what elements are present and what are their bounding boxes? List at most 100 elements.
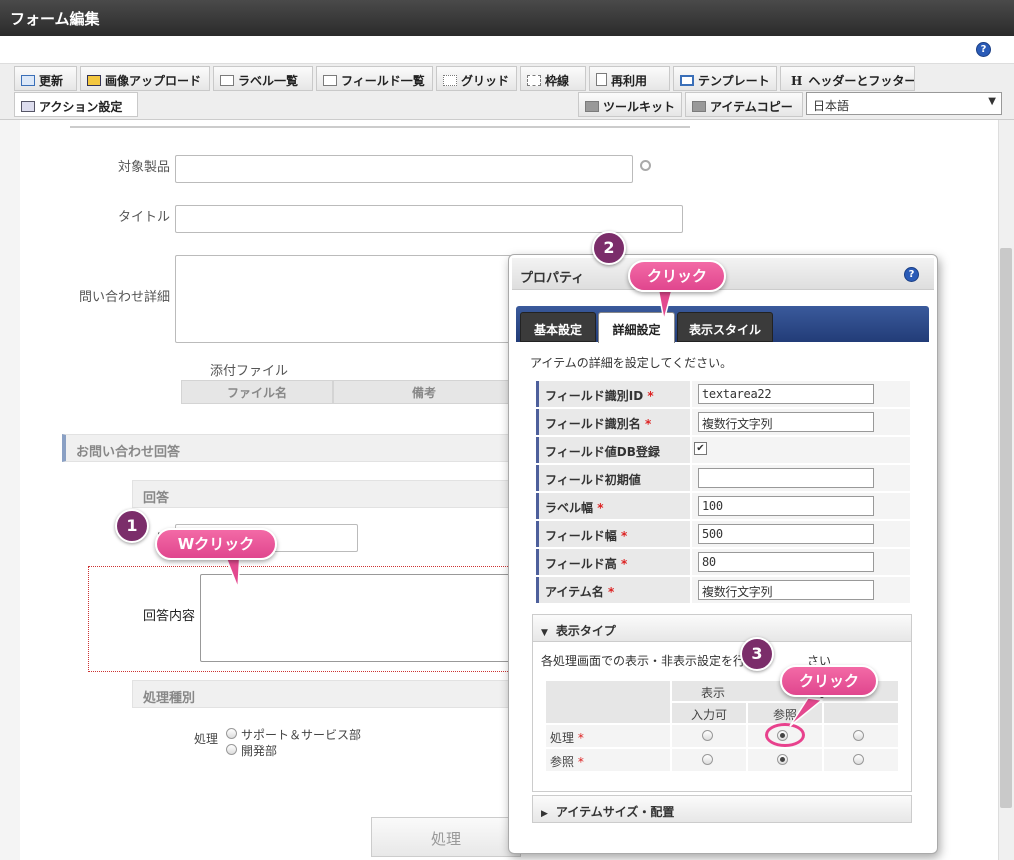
property-row: フィールド値DB登録 ✔: [536, 437, 910, 464]
tab-basic-settings[interactable]: 基本設定: [520, 312, 596, 342]
display-type-accordion[interactable]: ▼ 表示タイプ: [532, 614, 912, 642]
property-value-input[interactable]: 500: [698, 524, 874, 544]
tab-detail-settings[interactable]: 詳細設定: [598, 312, 675, 343]
support-option-label: サポート＆サービス部: [241, 728, 362, 742]
label-list-button[interactable]: ラベル一覧: [213, 66, 313, 91]
field-list-icon: [323, 75, 337, 86]
field-list-button[interactable]: フィールド一覧: [316, 66, 433, 91]
template-button[interactable]: テンプレート: [673, 66, 777, 91]
process-label: 処理: [194, 732, 219, 746]
property-row: フィールド高 * 80: [536, 549, 910, 576]
scrollbar-thumb[interactable]: [1000, 248, 1012, 808]
label-list-label: ラベル一覧: [238, 74, 299, 88]
property-value-cell: textarea22: [692, 381, 910, 407]
action-settings-label: アクション設定: [39, 100, 123, 114]
window-title-bar: フォーム編集: [0, 0, 1014, 36]
tab-display-style[interactable]: 表示スタイル: [677, 312, 773, 342]
property-key: フィールド識別ID *: [536, 381, 690, 407]
property-key-label: アイテム名: [545, 585, 604, 599]
toolkit-icon: [585, 101, 599, 112]
label-list-icon: [220, 75, 234, 86]
property-value-input[interactable]: 100: [698, 496, 874, 516]
required-mark: *: [603, 585, 615, 599]
answer-content-label: 回答内容: [142, 609, 195, 624]
grid-col-input: 入力可: [671, 702, 747, 724]
process-input-radio[interactable]: [702, 730, 713, 741]
property-value-cell: 80: [692, 549, 910, 575]
required-mark: *: [643, 389, 654, 403]
remarks-header: 備考: [333, 380, 515, 404]
process-button[interactable]: 処理: [371, 817, 521, 857]
ref-ref-radio[interactable]: [777, 754, 788, 765]
property-key-label: フィールド識別ID: [545, 389, 644, 403]
property-value-input[interactable]: 複数行文字列: [698, 580, 874, 600]
ref-input-radio[interactable]: [702, 754, 713, 765]
action-settings-button[interactable]: アクション設定: [14, 92, 138, 117]
property-key: ラベル幅 *: [536, 493, 690, 519]
property-value-input[interactable]: 80: [698, 552, 874, 572]
answer-content-textarea[interactable]: [200, 574, 515, 662]
target-product-input[interactable]: [175, 155, 633, 183]
property-value-cell: ✔: [692, 437, 910, 463]
header-footer-label: ヘッダーとフッター: [808, 74, 915, 88]
action-icon: [21, 101, 35, 112]
db-register-checkbox[interactable]: ✔: [694, 442, 707, 455]
header-footer-icon: H: [791, 74, 803, 88]
dev-radio[interactable]: [226, 744, 237, 755]
property-value-cell: 複数行文字列: [692, 577, 910, 603]
display-type-label: 表示タイプ: [555, 624, 616, 638]
divider: [70, 126, 690, 128]
property-value-input[interactable]: [698, 468, 874, 488]
property-row: フィールド幅 * 500: [536, 521, 910, 548]
help-bar: ?: [0, 36, 1014, 64]
header-footer-button[interactable]: H ヘッダーとフッター: [780, 66, 915, 91]
toolkit-button[interactable]: ツールキット: [578, 92, 682, 117]
property-key: フィールド幅 *: [536, 521, 690, 547]
grid-icon: [443, 75, 457, 86]
search-icon[interactable]: [640, 160, 651, 171]
item-size-accordion[interactable]: ▶ アイテムサイズ・配置: [532, 795, 912, 823]
required-mark: *: [577, 755, 584, 769]
ref-hide-radio[interactable]: [853, 754, 864, 765]
grid-button[interactable]: グリッド: [436, 66, 517, 91]
reuse-icon: [596, 73, 607, 86]
image-upload-button[interactable]: 画像アップロード: [80, 66, 210, 91]
update-label: 更新: [39, 74, 64, 88]
process-hide-radio[interactable]: [853, 730, 864, 741]
property-key-label: フィールド識別名: [545, 417, 641, 431]
item-copy-icon: [692, 101, 706, 112]
property-value-cell: 500: [692, 521, 910, 547]
property-row: フィールド識別ID * textarea22: [536, 381, 910, 408]
target-product-label: 対象製品: [117, 160, 170, 175]
image-upload-icon: [87, 75, 101, 86]
reuse-button[interactable]: 再利用: [589, 66, 670, 91]
support-radio[interactable]: [226, 728, 237, 739]
click-bubble-2: クリック: [628, 260, 726, 292]
help-icon[interactable]: ?: [976, 42, 991, 57]
property-row: アイテム名 * 複数行文字列: [536, 577, 910, 604]
highlight-circle: [765, 723, 805, 747]
border-button[interactable]: 枠線: [520, 66, 586, 91]
property-key-label: フィールド値DB登録: [545, 445, 660, 459]
title-label: タイトル: [117, 210, 170, 225]
panel-description: アイテムの詳細を設定してください。: [530, 356, 733, 370]
required-mark: *: [616, 557, 628, 571]
inquiry-detail-textarea[interactable]: [175, 255, 515, 343]
grid-row-process-label: 処理: [550, 731, 575, 745]
title-input[interactable]: [175, 205, 683, 233]
property-key-label: フィールド幅: [545, 529, 617, 543]
language-select[interactable]: 日本語 ▼: [806, 92, 1002, 115]
update-button[interactable]: 更新: [14, 66, 77, 91]
property-key: フィールド値DB登録: [536, 437, 690, 463]
property-value-input[interactable]: 複数行文字列: [698, 412, 874, 432]
image-upload-label: 画像アップロード: [105, 74, 202, 88]
caret-right-icon: ▶: [541, 809, 548, 819]
property-title-text: プロパティ: [520, 271, 585, 286]
property-value-input[interactable]: textarea22: [698, 384, 874, 404]
item-copy-button[interactable]: アイテムコピー: [685, 92, 803, 117]
property-value-cell: 複数行文字列: [692, 409, 910, 435]
grid-row-ref-label: 参照: [550, 755, 575, 769]
language-value: 日本語: [813, 99, 850, 113]
required-mark: *: [616, 529, 628, 543]
panel-help-icon[interactable]: ?: [904, 267, 919, 282]
